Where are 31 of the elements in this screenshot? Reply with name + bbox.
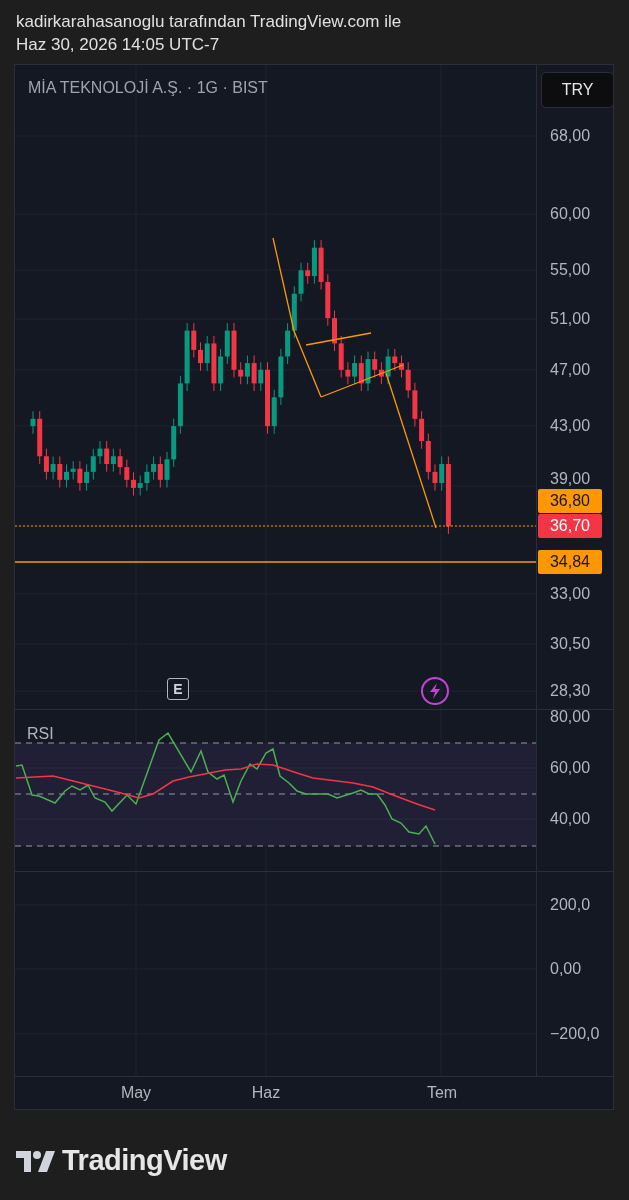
- rsi-axis-label: 60,00: [550, 759, 591, 777]
- time-axis-label: Haz: [251, 1084, 281, 1102]
- price-axis-label: 33,00: [550, 585, 591, 603]
- price-axis-label: 43,00: [550, 417, 591, 435]
- price-tag: 34,84: [538, 550, 602, 574]
- attribution-text: kadirkarahasanoglu tarafından TradingView.com ile: [16, 11, 403, 33]
- price-axis-label: 47,00: [550, 361, 591, 379]
- logo-text: TradingView: [62, 1144, 227, 1177]
- price-axis-label: 51,00: [550, 310, 591, 328]
- price-tag: 36,80: [538, 489, 602, 513]
- currency-button[interactable]: TRY: [541, 72, 614, 108]
- price-axis-label: 60,00: [550, 205, 591, 223]
- oscillator-axis-label: −200,0: [550, 1025, 600, 1043]
- rsi-axis-label: 40,00: [550, 810, 591, 828]
- price-axis-label: 30,50: [550, 635, 591, 653]
- rsi-title: RSI: [27, 725, 54, 743]
- price-tag: 36,70: [538, 514, 602, 538]
- price-axis-label: 39,00: [550, 470, 591, 488]
- earnings-marker[interactable]: E: [167, 678, 189, 700]
- lightning-icon[interactable]: [420, 676, 450, 706]
- time-axis-label: Tem: [426, 1084, 458, 1102]
- price-axis-label: 28,30: [550, 682, 591, 700]
- symbol-title: MİA TEKNOLOJİ A.Ş. · 1G · BIST: [28, 79, 268, 97]
- timestamp-text: Haz 30, 2026 14:05 UTC-7: [16, 34, 221, 56]
- oscillator-axis-label: 200,0: [550, 896, 591, 914]
- rsi-axis-label: 80,00: [550, 708, 591, 726]
- price-axis-label: 55,00: [550, 261, 591, 279]
- price-axis-label: 68,00: [550, 127, 591, 145]
- time-axis-label: May: [120, 1084, 152, 1102]
- oscillator-axis-label: 0,00: [550, 960, 582, 978]
- tradingview-logo-icon: [16, 1148, 56, 1173]
